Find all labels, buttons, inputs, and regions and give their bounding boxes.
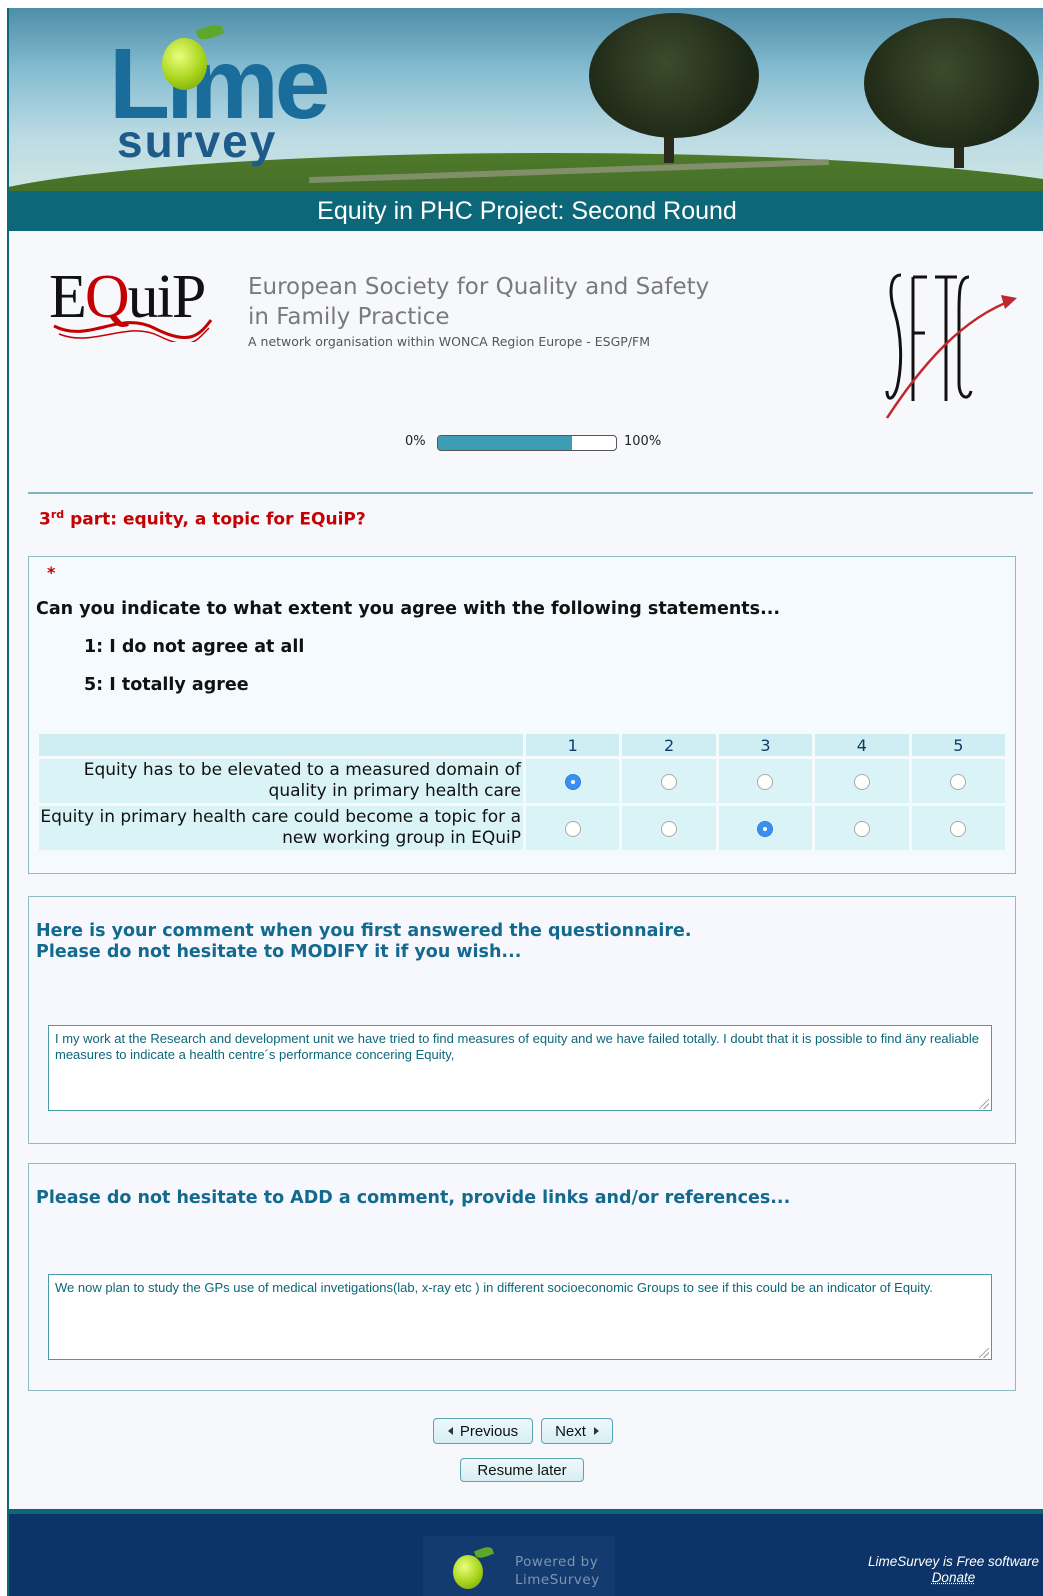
radio-cell[interactable] (526, 759, 620, 803)
header-divider (28, 492, 1033, 494)
question-agreement: * Can you indicate to what extent you ag… (28, 556, 1016, 874)
resume-later-button[interactable]: Resume later (460, 1458, 584, 1482)
column-header: 1 (526, 734, 620, 756)
scale-low-label: 1: I do not agree at all (84, 637, 305, 657)
radio-cell[interactable] (815, 806, 909, 850)
lime-icon (453, 1555, 483, 1589)
survey-title: Equity in PHC Project: Second Round (9, 191, 1043, 231)
radio-option-2[interactable] (661, 821, 678, 837)
radio-cell[interactable] (815, 759, 909, 803)
society-heading: European Society for Quality and Safety … (248, 272, 709, 349)
answer-matrix: 1 2 3 4 5 Equity has to be elevated to a… (36, 731, 1008, 853)
footer: Powered by LimeSurvey LimeSurvey is Free… (9, 1514, 1043, 1596)
radio-cell[interactable] (622, 759, 716, 803)
column-header: 2 (622, 734, 716, 756)
tree-2-crown (864, 18, 1039, 148)
matrix-corner (39, 734, 523, 756)
equip-logo: EQuiP (49, 256, 219, 356)
question-text: Can you indicate to what extent you agre… (36, 599, 781, 619)
progress-fill (438, 436, 572, 450)
column-header: 3 (718, 734, 813, 756)
question-text-line2: Please do not hesitate to MODIFY it if y… (36, 942, 522, 962)
question-text: Here is your comment when you first answ… (36, 921, 692, 963)
question-text: Please do not hesitate to ADD a comment,… (36, 1188, 791, 1208)
group-title-text: part: equity, a topic for EQuiP? (64, 509, 366, 530)
society-subtitle: A network organisation within WONCA Regi… (248, 334, 651, 349)
donate-link[interactable]: Donate (868, 1570, 1039, 1586)
next-button[interactable]: Next (541, 1418, 613, 1444)
column-header: 4 (815, 734, 909, 756)
lime-fruit-icon (162, 38, 207, 90)
radio-cell[interactable] (622, 806, 716, 850)
radio-option-1[interactable] (564, 774, 581, 790)
tree-1-crown (589, 13, 759, 138)
matrix-header-row: 1 2 3 4 5 (39, 734, 1005, 756)
chevron-left-icon (447, 1427, 453, 1435)
question-previous-comment: Here is your comment when you first answ… (28, 896, 1016, 1144)
previous-comment-textarea[interactable]: I my work at the Research and developmen… (48, 1025, 992, 1111)
progress-max-label: 100% (624, 434, 662, 449)
free-software-note: LimeSurvey is Free software Donate (868, 1554, 1039, 1586)
leaf-icon (474, 1545, 494, 1560)
survey-page: Lime survey Equity in PHC Project: Secon… (7, 8, 1043, 1596)
limesurvey-logo: Lime survey (109, 16, 359, 176)
radio-option-4[interactable] (853, 774, 870, 790)
scale-high-label: 5: I totally agree (84, 675, 249, 695)
row-label: Equity has to be elevated to a measured … (39, 759, 523, 803)
radio-cell[interactable] (911, 759, 1005, 803)
group-title-ordinal: rd (50, 508, 65, 521)
previous-button[interactable]: Previous (433, 1418, 533, 1444)
required-marker: * (47, 563, 56, 582)
next-label: Next (555, 1423, 586, 1440)
group-title-number: 3 (39, 509, 51, 530)
matrix-row: Equity has to be elevated to a measured … (39, 759, 1005, 803)
society-name-line1: European Society for Quality and Safety (248, 274, 710, 300)
radio-option-5[interactable] (950, 774, 967, 790)
add-comment-textarea[interactable]: We now plan to study the GPs use of medi… (48, 1274, 992, 1360)
progress-min-label: 0% (405, 434, 426, 449)
matrix-row: Equity in primary health care could beco… (39, 806, 1005, 850)
column-header: 5 (911, 734, 1005, 756)
radio-cell[interactable] (718, 759, 813, 803)
group-title: 3rd part: equity, a topic for EQuiP? (39, 508, 366, 530)
radio-option-2[interactable] (661, 774, 678, 790)
radio-option-1[interactable] (564, 821, 581, 837)
sftg-logo (885, 273, 1017, 419)
logo-survey-text: survey (117, 115, 278, 167)
powered-by-badge[interactable]: Powered by LimeSurvey (423, 1536, 615, 1596)
resize-grip-icon[interactable] (979, 1348, 989, 1358)
powered-by-line2: LimeSurvey (515, 1572, 600, 1588)
question-text-line1: Here is your comment when you first answ… (36, 921, 692, 941)
radio-cell[interactable] (718, 806, 813, 850)
powered-by-text: Powered by LimeSurvey (515, 1553, 600, 1589)
radio-cell[interactable] (526, 806, 620, 850)
progress-track (437, 435, 617, 451)
radio-option-3[interactable] (757, 821, 774, 837)
question-add-comment: Please do not hesitate to ADD a comment,… (28, 1163, 1016, 1391)
equip-swoosh-icon (53, 319, 213, 342)
radio-option-5[interactable] (950, 821, 967, 837)
radio-option-4[interactable] (853, 821, 870, 837)
radio-cell[interactable] (911, 806, 1005, 850)
chevron-right-icon (593, 1427, 599, 1435)
radio-option-3[interactable] (757, 774, 774, 790)
header-banner: Lime survey (9, 8, 1043, 193)
society-name-line2: in Family Practice (248, 304, 450, 330)
resize-grip-icon[interactable] (979, 1099, 989, 1109)
free-software-text[interactable]: LimeSurvey is Free software (868, 1554, 1039, 1570)
previous-label: Previous (459, 1423, 519, 1440)
row-label: Equity in primary health care could beco… (39, 806, 523, 850)
powered-by-line1: Powered by (515, 1554, 599, 1570)
